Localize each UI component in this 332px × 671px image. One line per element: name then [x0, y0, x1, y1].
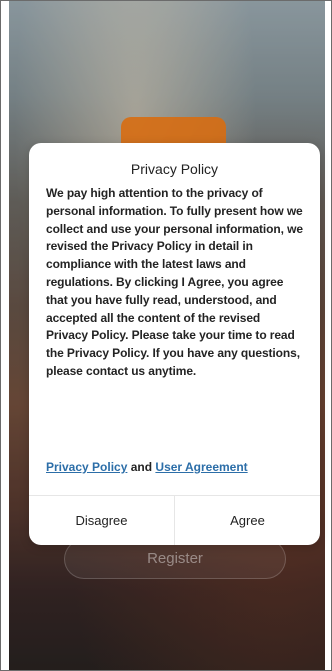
privacy-policy-link[interactable]: Privacy Policy	[46, 460, 127, 474]
privacy-policy-dialog: Privacy Policy We pay high attention to …	[29, 143, 320, 545]
user-agreement-link[interactable]: User Agreement	[155, 460, 247, 474]
links-connector: and	[127, 460, 156, 474]
dialog-body-text: We pay high attention to the privacy of …	[46, 186, 303, 378]
dialog-title: Privacy Policy	[130, 161, 219, 177]
disagree-button[interactable]: Disagree	[29, 496, 174, 545]
agree-button[interactable]: Agree	[175, 496, 320, 545]
register-button: Register	[64, 539, 286, 579]
policy-links-row: Privacy Policy and User Agreement	[46, 459, 304, 475]
phone-screen: Register Privacy Policy We pay high atte…	[0, 0, 332, 671]
